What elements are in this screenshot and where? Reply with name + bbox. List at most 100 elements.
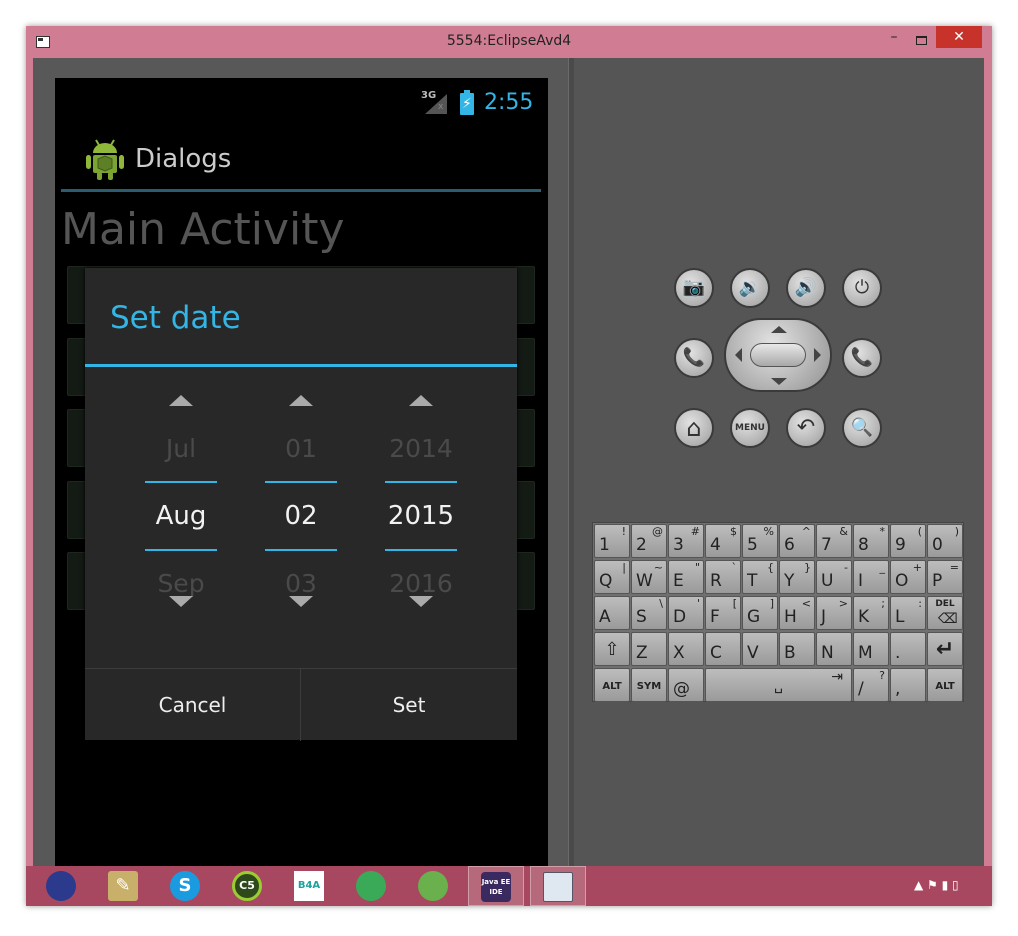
key-slash[interactable]: /? bbox=[853, 668, 889, 702]
month-current[interactable]: Aug bbox=[145, 501, 217, 531]
key-delete[interactable]: DEL ⌫ bbox=[927, 596, 963, 630]
key-3[interactable]: 3 # bbox=[668, 524, 704, 558]
key-s[interactable]: S \ bbox=[631, 596, 667, 630]
day-prev[interactable]: 01 bbox=[265, 434, 337, 463]
key-b[interactable]: B bbox=[779, 632, 815, 666]
volume-up-button[interactable]: 🔊 bbox=[786, 268, 826, 308]
dpad-up-icon[interactable] bbox=[771, 326, 787, 333]
volume-down-button[interactable]: 🔉 bbox=[730, 268, 770, 308]
title-bar[interactable]: 5554:EclipseAvd4 – ✕ bbox=[26, 26, 992, 58]
search-button[interactable]: 🔍 bbox=[842, 408, 882, 448]
day-current[interactable]: 02 bbox=[265, 501, 337, 531]
taskbar-notepad[interactable]: ✎ bbox=[96, 866, 152, 906]
dpad-right-icon[interactable] bbox=[814, 348, 821, 362]
key-t[interactable]: T{ bbox=[742, 560, 778, 594]
key-5[interactable]: 5% bbox=[742, 524, 778, 558]
dpad-center-button[interactable] bbox=[750, 343, 806, 367]
minimize-button[interactable]: – bbox=[881, 30, 907, 50]
key-alt-right[interactable]: ALT bbox=[927, 668, 963, 702]
month-decrement-icon[interactable] bbox=[169, 596, 193, 607]
maximize-button[interactable] bbox=[908, 30, 934, 50]
key-q[interactable]: Q | bbox=[594, 560, 630, 594]
year-prev[interactable]: 2014 bbox=[385, 434, 457, 463]
year-current[interactable]: 2015 bbox=[385, 501, 457, 531]
year-next[interactable]: 2016 bbox=[385, 569, 457, 598]
key-u[interactable]: U- bbox=[816, 560, 852, 594]
taskbar-ninja[interactable] bbox=[344, 866, 400, 906]
key-9[interactable]: 9( bbox=[890, 524, 926, 558]
month-increment-icon[interactable] bbox=[169, 395, 193, 406]
dpad-left-icon[interactable] bbox=[735, 348, 742, 362]
month-picker[interactable]: Jul Aug Sep bbox=[145, 367, 217, 669]
key-period[interactable]: . bbox=[890, 632, 926, 666]
taskbar-b4a[interactable]: B4A bbox=[282, 866, 338, 906]
set-button[interactable]: Set bbox=[301, 669, 517, 741]
taskbar-skype[interactable]: S bbox=[158, 866, 214, 906]
back-button[interactable]: ↶ bbox=[786, 408, 826, 448]
cancel-button[interactable]: Cancel bbox=[85, 669, 300, 741]
taskbar-eclipse[interactable] bbox=[34, 866, 90, 906]
taskbar-cs5[interactable]: C5 bbox=[220, 866, 276, 906]
key-8[interactable]: 8 * bbox=[853, 524, 889, 558]
end-call-button[interactable]: 📞 bbox=[842, 338, 882, 378]
key-r[interactable]: R ` bbox=[705, 560, 741, 594]
system-tray[interactable]: ▲ ⚑ ▮ ▯ bbox=[914, 878, 959, 892]
key-shift: ' bbox=[696, 597, 700, 610]
key-m[interactable]: M bbox=[853, 632, 889, 666]
year-increment-icon[interactable] bbox=[409, 395, 433, 406]
taskbar-android-studio[interactable] bbox=[406, 866, 462, 906]
key-4[interactable]: 4 $ bbox=[705, 524, 741, 558]
key-7[interactable]: 7 & bbox=[816, 524, 852, 558]
key-shift-left[interactable]: ⇧ bbox=[594, 632, 630, 666]
key-k[interactable]: K; bbox=[853, 596, 889, 630]
key-c[interactable]: C bbox=[705, 632, 741, 666]
taskbar-emulator[interactable] bbox=[530, 866, 586, 906]
key-p[interactable]: P = bbox=[927, 560, 963, 594]
key-shift: # bbox=[690, 525, 700, 538]
key-h[interactable]: H < bbox=[779, 596, 815, 630]
key-x[interactable]: X bbox=[668, 632, 704, 666]
key-e[interactable]: E " bbox=[668, 560, 704, 594]
key-2[interactable]: 2 @ bbox=[631, 524, 667, 558]
key-g[interactable]: G] bbox=[742, 596, 778, 630]
camera-button[interactable]: 📷 bbox=[674, 268, 714, 308]
device-screen[interactable]: 3G x ⚡ 2:55 Dialogs Main Activity Set da… bbox=[55, 78, 548, 866]
power-button[interactable]: ⏻ bbox=[842, 268, 882, 308]
day-decrement-icon[interactable] bbox=[289, 596, 313, 607]
call-button[interactable]: 📞 bbox=[674, 338, 714, 378]
key-1[interactable]: 1! bbox=[594, 524, 630, 558]
key-j[interactable]: J > bbox=[816, 596, 852, 630]
day-next[interactable]: 03 bbox=[265, 569, 337, 598]
key-at[interactable]: @ bbox=[668, 668, 704, 702]
day-picker[interactable]: 01 02 03 bbox=[265, 367, 337, 669]
key-z[interactable]: Z bbox=[631, 632, 667, 666]
menu-button[interactable]: MENU bbox=[730, 408, 770, 448]
key-6[interactable]: 6 ^ bbox=[779, 524, 815, 558]
key-d[interactable]: D ' bbox=[668, 596, 704, 630]
key-comma[interactable]: , bbox=[890, 668, 926, 702]
day-increment-icon[interactable] bbox=[289, 395, 313, 406]
taskbar-java-ee[interactable]: Java EE IDE bbox=[468, 866, 524, 906]
home-button[interactable]: ⌂ bbox=[674, 408, 714, 448]
key-alt-left[interactable]: ALT bbox=[594, 668, 630, 702]
key-a[interactable]: A bbox=[594, 596, 630, 630]
month-prev[interactable]: Jul bbox=[145, 434, 217, 463]
key-i[interactable]: I _ bbox=[853, 560, 889, 594]
key-0[interactable]: 0) bbox=[927, 524, 963, 558]
key-f[interactable]: F[ bbox=[705, 596, 741, 630]
dpad[interactable] bbox=[724, 318, 832, 392]
year-decrement-icon[interactable] bbox=[409, 596, 433, 607]
key-y[interactable]: Y} bbox=[779, 560, 815, 594]
key-n[interactable]: N bbox=[816, 632, 852, 666]
key-v[interactable]: V bbox=[742, 632, 778, 666]
year-picker[interactable]: 2014 2015 2016 bbox=[385, 367, 457, 669]
close-button[interactable]: ✕ bbox=[936, 26, 982, 48]
key-space[interactable]: ␣ ⇥ bbox=[705, 668, 852, 702]
key-sym[interactable]: SYM bbox=[631, 668, 667, 702]
key-o[interactable]: O + bbox=[890, 560, 926, 594]
key-l[interactable]: L: bbox=[890, 596, 926, 630]
month-next[interactable]: Sep bbox=[145, 569, 217, 598]
dpad-down-icon[interactable] bbox=[771, 378, 787, 385]
key-w[interactable]: W ~ bbox=[631, 560, 667, 594]
key-enter[interactable]: ↵ bbox=[927, 632, 963, 666]
